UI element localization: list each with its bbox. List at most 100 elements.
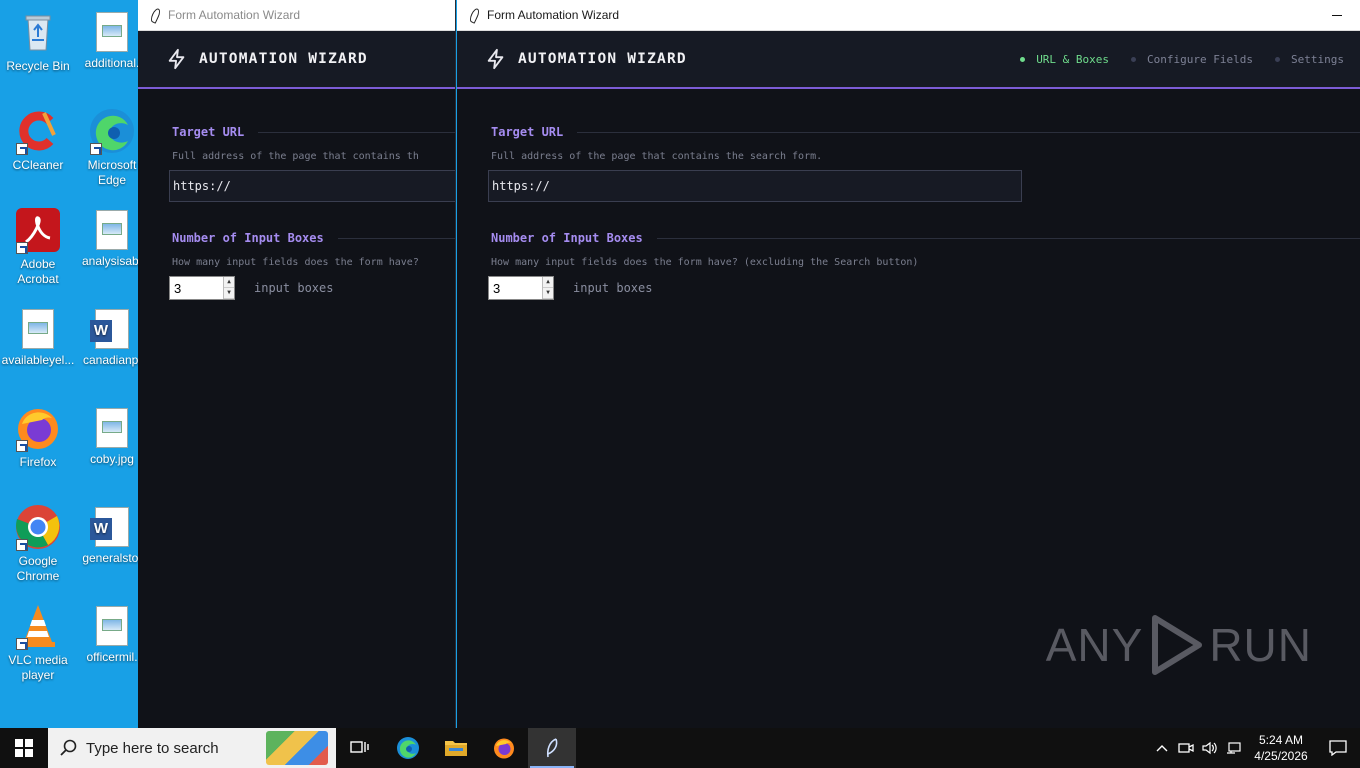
- system-tray: 5:24 AM 4/25/2026: [1150, 728, 1360, 768]
- minimize-button[interactable]: [1314, 0, 1360, 31]
- section-header: Number of Input Boxes: [172, 231, 455, 245]
- clock-date: 4/25/2026: [1254, 749, 1308, 763]
- app-title: AUTOMATION WIZARD: [518, 51, 687, 67]
- firefox-icon: [14, 404, 62, 452]
- background-wizard-window[interactable]: Form Automation Wizard AUTOMATION WIZARD…: [138, 0, 456, 728]
- section-divider: [656, 237, 1360, 239]
- windows-logo-icon: [15, 739, 33, 757]
- lightning-icon: [487, 48, 504, 70]
- desktop-icon-label: Firefox: [19, 455, 57, 469]
- desktop-icon-chrome[interactable]: Google Chrome: [0, 503, 76, 584]
- taskbar-file-explorer[interactable]: [432, 728, 480, 768]
- word-doc-icon: W: [90, 309, 129, 349]
- desktop-icon-label: availableyel...: [1, 353, 75, 367]
- window-titlebar[interactable]: Form Automation Wizard: [457, 0, 1360, 31]
- step-url-boxes[interactable]: URL & Boxes: [1020, 53, 1109, 66]
- app-title: AUTOMATION WIZARD: [199, 51, 368, 67]
- desktop-icon-label: officermil.: [86, 650, 138, 664]
- input-boxes-row: 3 ▲ ▼ input boxes: [169, 276, 455, 300]
- section-title-target-url: Target URL: [172, 125, 245, 139]
- window-titlebar[interactable]: Form Automation Wizard: [138, 0, 455, 31]
- desktop-icon-label: Microsoft Edge: [87, 158, 137, 187]
- task-view-button[interactable]: [336, 728, 384, 768]
- taskbar-search-box[interactable]: Type here to search: [48, 728, 336, 768]
- spinbox-value[interactable]: 3: [489, 277, 542, 299]
- boxes-description: How many input fields does the form have…: [491, 257, 919, 268]
- desktop-icon-acrobat[interactable]: Adobe Acrobat: [0, 206, 76, 287]
- chrome-icon: [14, 503, 62, 551]
- spin-down-icon[interactable]: ▼: [543, 288, 553, 299]
- taskbar-form-wizard[interactable]: [528, 728, 576, 768]
- step-label: Configure Fields: [1147, 52, 1254, 66]
- lightning-icon: [168, 48, 185, 70]
- desktop-icon-label: coby.jpg: [90, 452, 134, 466]
- notification-center-button[interactable]: [1316, 728, 1360, 768]
- spin-up-icon[interactable]: ▲: [543, 277, 553, 288]
- taskbar-edge[interactable]: [384, 728, 432, 768]
- wizard-window[interactable]: Form Automation Wizard AUTOMATION WIZARD…: [457, 0, 1360, 728]
- volume-icon[interactable]: [1198, 728, 1222, 768]
- target-url-input[interactable]: https://: [488, 170, 1022, 202]
- desktop-icon-vlc[interactable]: VLC media player: [0, 602, 76, 683]
- taskbar-clock[interactable]: 5:24 AM 4/25/2026: [1246, 732, 1316, 764]
- step-label: Settings: [1291, 52, 1344, 66]
- section-title-target-url: Target URL: [491, 125, 564, 139]
- desktop-icon-label: VLC media player: [8, 653, 68, 682]
- vlc-icon: [14, 602, 62, 650]
- target-url-input[interactable]: https://: [169, 170, 455, 202]
- spin-down-icon[interactable]: ▼: [224, 288, 234, 299]
- network-icon[interactable]: [1222, 728, 1246, 768]
- recycle-bin-icon: [14, 8, 62, 56]
- search-placeholder: Type here to search: [86, 739, 219, 757]
- feather-icon: [546, 738, 558, 758]
- input-boxes-spinbox[interactable]: 3 ▲ ▼: [488, 276, 554, 300]
- spinbox-value[interactable]: 3: [170, 277, 223, 299]
- step-dot-icon: [1131, 56, 1137, 62]
- anyrun-watermark: ANY RUN: [1046, 614, 1312, 676]
- word-doc-icon: W: [90, 507, 129, 547]
- desktop-icon-recycle-bin[interactable]: Recycle Bin: [0, 8, 76, 74]
- image-file-icon: [96, 210, 128, 250]
- image-file-icon: [96, 408, 128, 448]
- desktop-icon-label: additional.: [84, 56, 140, 70]
- section-divider: [577, 131, 1360, 133]
- desktop-icon-availableyel[interactable]: availableyel...: [0, 305, 76, 368]
- desktop-icon-label: CCleaner: [12, 158, 64, 172]
- search-icon: [60, 739, 77, 756]
- meet-now-icon[interactable]: [1174, 728, 1198, 768]
- watermark-right-text: RUN: [1209, 619, 1312, 671]
- app-header: AUTOMATION WIZARD: [138, 31, 455, 89]
- input-boxes-spinbox[interactable]: 3 ▲ ▼: [169, 276, 235, 300]
- desktop-icon-firefox[interactable]: Firefox: [0, 404, 76, 470]
- section-divider: [337, 237, 455, 239]
- spin-up-icon[interactable]: ▲: [224, 277, 234, 288]
- url-input-value: https://: [173, 179, 231, 193]
- firefox-icon: [494, 738, 514, 759]
- image-file-icon: [22, 309, 54, 349]
- taskbar-firefox[interactable]: [480, 728, 528, 768]
- start-button[interactable]: [0, 728, 48, 768]
- step-settings[interactable]: Settings: [1275, 53, 1344, 66]
- section-title-input-boxes: Number of Input Boxes: [172, 231, 324, 245]
- url-description: Full address of the page that contains t…: [172, 151, 419, 162]
- step-dot-icon: [1275, 56, 1281, 62]
- folder-icon: [445, 741, 467, 756]
- chevron-up-icon[interactable]: [1150, 728, 1174, 768]
- section-divider: [258, 131, 455, 133]
- url-description: Full address of the page that contains t…: [491, 151, 823, 162]
- step-configure-fields[interactable]: Configure Fields: [1131, 53, 1253, 66]
- wizard-content: Target URL Full address of the page that…: [457, 89, 1360, 300]
- desktop-icon-ccleaner[interactable]: CCleaner: [0, 107, 76, 173]
- section-header: Target URL: [172, 125, 455, 139]
- feather-icon: [148, 8, 160, 22]
- play-logo-icon: [1152, 615, 1203, 675]
- input-boxes-suffix: input boxes: [254, 281, 334, 295]
- window-title: Form Automation Wizard: [487, 8, 620, 22]
- desktop-icon-label: Adobe Acrobat: [17, 257, 59, 286]
- wizard-steps: URL & Boxes Configure Fields Settings: [1020, 53, 1360, 66]
- section-title-input-boxes: Number of Input Boxes: [491, 231, 643, 245]
- input-boxes-suffix: input boxes: [573, 281, 653, 295]
- image-file-icon: [96, 606, 128, 646]
- feather-icon: [467, 8, 479, 22]
- window-title: Form Automation Wizard: [168, 8, 301, 22]
